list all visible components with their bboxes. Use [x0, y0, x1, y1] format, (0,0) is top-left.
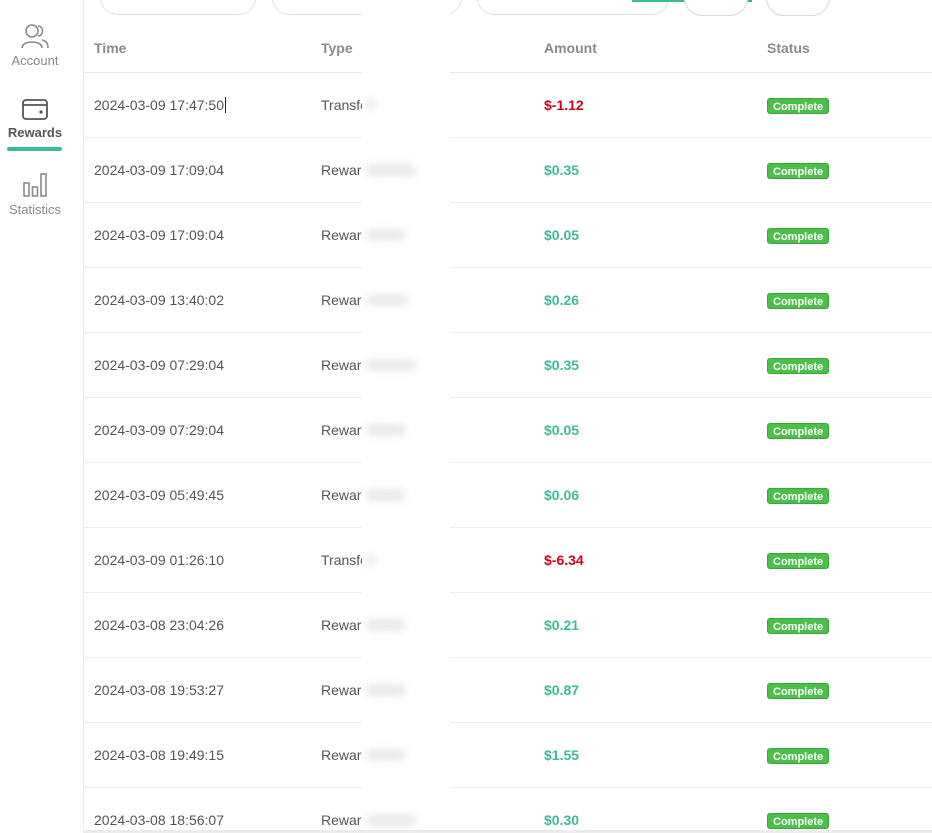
- cell-time: 2024-03-08 19:53:27: [94, 682, 224, 698]
- filter-bar: [84, 0, 932, 20]
- table-row[interactable]: 2024-03-09 17:09:04 Reward $0.05 Complete: [84, 203, 932, 268]
- table-row[interactable]: 2024-03-09 13:40:02 Reward $0.26 Complete: [84, 268, 932, 333]
- cell-time: 2024-03-08 19:49:15: [94, 747, 224, 763]
- status-badge: Complete: [767, 618, 830, 634]
- cell-type: Transfe: [321, 552, 368, 568]
- cell-amount: $-6.34: [544, 552, 584, 568]
- wallet-icon: [22, 99, 48, 120]
- cell-time: 2024-03-09 05:49:45: [94, 487, 224, 503]
- cell-time: 2024-03-09 17:09:04: [94, 227, 224, 243]
- sidebar-item-rewards[interactable]: Rewards: [0, 96, 70, 140]
- status-badge: Complete: [767, 228, 830, 244]
- sidebar-item-label: Rewards: [7, 125, 63, 140]
- status-badge: Complete: [767, 553, 830, 569]
- table-row[interactable]: 2024-03-08 19:49:15 Reward $1.55 Complete: [84, 723, 932, 788]
- sidebar-item-account[interactable]: Account: [0, 22, 70, 68]
- app-root: Account Rewards Statistics Time Type Amo…: [0, 0, 932, 833]
- cell-amount: $-1.12: [544, 97, 584, 113]
- date-filter-input[interactable]: [477, 0, 669, 15]
- status-badge: Complete: [767, 163, 830, 179]
- status-badge: Complete: [767, 683, 830, 699]
- redaction-mask: [362, 0, 450, 833]
- table-header: Time Type Amount Status: [84, 20, 932, 73]
- table-row[interactable]: 2024-03-08 19:53:27 Reward $0.87 Complete: [84, 658, 932, 723]
- export-button[interactable]: [766, 0, 830, 16]
- cell-time: 2024-03-09 17:09:04: [94, 162, 224, 178]
- cell-amount: $0.26: [544, 292, 580, 308]
- cell-time: 2024-03-09 01:26:10: [94, 552, 224, 568]
- cell-type: Transfe: [321, 97, 368, 113]
- status-badge: Complete: [767, 813, 830, 829]
- table-row[interactable]: 2024-03-09 17:09:04 Reward $0.35 Complete: [84, 138, 932, 203]
- sidebar: Account Rewards Statistics: [0, 0, 84, 833]
- sidebar-item-label: Statistics: [8, 202, 61, 217]
- user-group-icon: [21, 24, 49, 49]
- cell-time: 2024-03-09 13:40:02: [94, 292, 224, 308]
- text-cursor: [225, 97, 226, 113]
- cell-amount: $1.55: [544, 747, 580, 763]
- cell-amount: $0.87: [544, 682, 580, 698]
- cell-time: 2024-03-09 07:29:04: [94, 357, 224, 373]
- cell-time: 2024-03-09 07:29:04: [94, 422, 224, 438]
- table-row[interactable]: 2024-03-09 07:29:04 Reward $0.05 Complete: [84, 398, 932, 463]
- sidebar-item-label: Account: [11, 53, 59, 68]
- cell-amount: $0.05: [544, 227, 580, 243]
- table-row[interactable]: 2024-03-09 05:49:45 Reward $0.06 Complete: [84, 463, 932, 528]
- cell-amount: $0.06: [544, 487, 580, 503]
- column-header-type[interactable]: Type: [321, 40, 353, 56]
- table-row[interactable]: 2024-03-08 23:04:26 Reward $0.21 Complete: [84, 593, 932, 658]
- status-badge: Complete: [767, 293, 830, 309]
- cell-amount: $0.05: [544, 422, 580, 438]
- status-badge: Complete: [767, 358, 830, 374]
- bar-chart-icon: [23, 173, 47, 197]
- cell-amount: $0.21: [544, 617, 580, 633]
- search-button[interactable]: [684, 0, 748, 16]
- column-header-amount[interactable]: Amount: [544, 40, 597, 56]
- table-row[interactable]: 2024-03-08 18:56:07 Reward $0.30 Complete: [84, 788, 932, 833]
- column-header-status[interactable]: Status: [767, 40, 810, 56]
- cell-amount: $0.30: [544, 812, 580, 828]
- status-badge: Complete: [767, 423, 830, 439]
- active-tab-indicator: [7, 147, 62, 151]
- status-badge: Complete: [767, 748, 830, 764]
- cell-amount: $0.35: [544, 162, 580, 178]
- table-row[interactable]: 2024-03-09 07:29:04 Reward $0.35 Complete: [84, 333, 932, 398]
- column-header-time[interactable]: Time: [94, 40, 126, 56]
- cell-time: 2024-03-08 23:04:26: [94, 617, 224, 633]
- sidebar-item-statistics[interactable]: Statistics: [0, 171, 70, 217]
- rewards-table: Time Type Amount Status 2024-03-09 17:47…: [84, 20, 932, 833]
- status-badge: Complete: [767, 98, 830, 114]
- table-row[interactable]: 2024-03-09 01:26:10 Transfe $-6.34 Complete: [84, 528, 932, 593]
- cell-amount: $0.35: [544, 357, 580, 373]
- filter-select[interactable]: [100, 0, 256, 15]
- cell-time: 2024-03-09 17:47:50: [94, 97, 226, 113]
- table-row[interactable]: 2024-03-09 17:47:50 Transfe $-1.12 Complete: [84, 73, 932, 138]
- table-body: 2024-03-09 17:47:50 Transfe $-1.12 Complete…: [84, 73, 932, 833]
- status-badge: Complete: [767, 488, 830, 504]
- cell-time: 2024-03-08 18:56:07: [94, 812, 224, 828]
